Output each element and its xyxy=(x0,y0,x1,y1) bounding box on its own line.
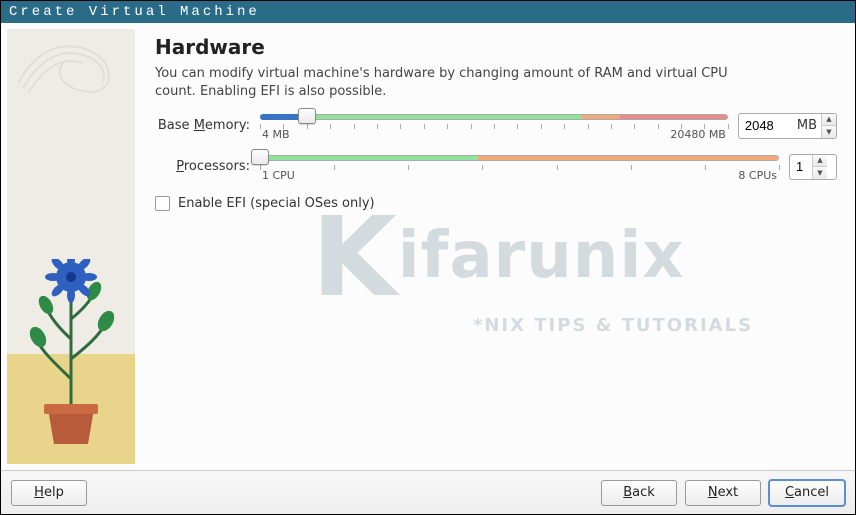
processors-slider-handle[interactable] xyxy=(251,149,269,165)
page-description: You can modify virtual machine's hardwar… xyxy=(155,65,755,100)
base-memory-step-down[interactable]: ▼ xyxy=(822,125,836,138)
plant-illustration-icon xyxy=(26,259,116,449)
processors-spinbox[interactable]: ▲ ▼ xyxy=(789,154,837,180)
enable-efi-row: Enable EFI (special OSes only) xyxy=(155,196,837,211)
processors-input[interactable] xyxy=(790,155,812,179)
base-memory-row: Base Memory: 4 MB xyxy=(155,110,837,141)
base-memory-step-up[interactable]: ▲ xyxy=(822,114,836,126)
window-titlebar[interactable]: Create Virtual Machine xyxy=(1,1,855,23)
main-panel: Hardware You can modify virtual machine'… xyxy=(141,23,855,470)
wizard-sidebar-illustration xyxy=(1,23,141,470)
window-title: Create Virtual Machine xyxy=(9,4,260,20)
base-memory-unit: MB xyxy=(797,114,821,138)
base-memory-spinbox[interactable]: MB ▲ ▼ xyxy=(738,113,837,139)
processors-max-label: 8 CPUs xyxy=(738,169,777,182)
base-memory-slider-handle[interactable] xyxy=(298,108,316,124)
processors-row: Processors: 1 CPU 8 CPUs xyxy=(155,151,837,182)
base-memory-input[interactable] xyxy=(739,114,797,138)
page-heading: Hardware xyxy=(155,35,837,59)
enable-efi-label[interactable]: Enable EFI (special OSes only) xyxy=(178,196,375,211)
base-memory-slider[interactable] xyxy=(260,110,728,124)
cancel-button[interactable]: Cancel xyxy=(769,480,845,506)
enable-efi-checkbox[interactable] xyxy=(155,196,170,211)
processors-label: Processors: xyxy=(155,159,250,174)
content-area: Hardware You can modify virtual machine'… xyxy=(1,23,855,470)
watermark: Kifarunix *NIX TIPS & TUTORIALS xyxy=(141,193,855,336)
wizard-footer: Help Back Next Cancel xyxy=(1,470,855,514)
next-button[interactable]: Next xyxy=(685,480,761,506)
processors-step-down[interactable]: ▼ xyxy=(813,166,827,179)
help-button[interactable]: Help xyxy=(11,480,87,506)
base-memory-max-label: 20480 MB xyxy=(670,128,726,141)
processors-slider[interactable] xyxy=(260,151,779,165)
wizard-window: Create Virtual Machine xyxy=(0,0,856,515)
processors-step-up[interactable]: ▲ xyxy=(813,155,827,167)
back-button[interactable]: Back xyxy=(601,480,677,506)
processors-min-label: 1 CPU xyxy=(262,169,295,182)
base-memory-min-label: 4 MB xyxy=(262,128,290,141)
base-memory-label: Base Memory: xyxy=(155,118,250,133)
